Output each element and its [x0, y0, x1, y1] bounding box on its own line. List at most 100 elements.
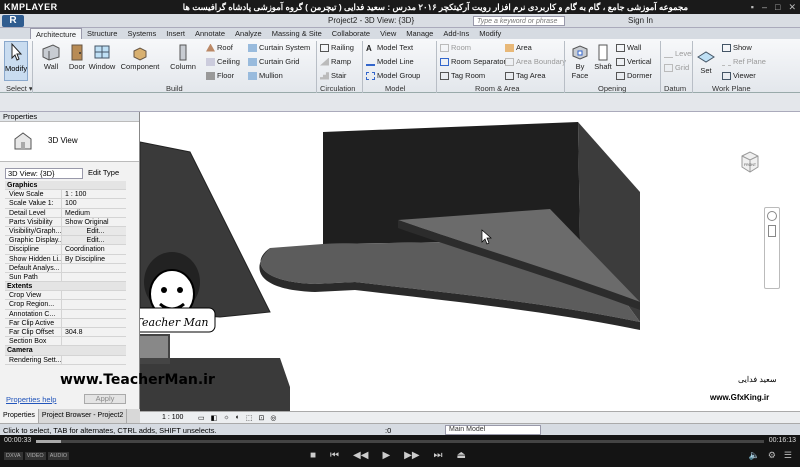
maximize-icon[interactable]: □: [775, 2, 780, 13]
curtain-system-button[interactable]: Curtain System: [248, 43, 310, 52]
model-text-button[interactable]: A Model Text: [366, 43, 413, 53]
next-icon[interactable]: ⏭: [434, 450, 443, 461]
tab-manage[interactable]: Manage: [401, 28, 438, 39]
property-value[interactable]: [61, 263, 126, 272]
dormer-button[interactable]: Dormer: [616, 71, 652, 80]
property-edit-button[interactable]: Edit...: [61, 226, 126, 236]
visual-style-icon[interactable]: ◧: [211, 414, 218, 422]
vertical-opening-button[interactable]: Vertical: [616, 57, 652, 66]
3d-view-canvas[interactable]: FRONT Teacher Man: [140, 112, 800, 411]
tab-systems[interactable]: Systems: [122, 28, 161, 39]
rewind-icon[interactable]: ◀◀: [353, 450, 368, 461]
navigation-bar[interactable]: [764, 207, 780, 289]
ceiling-button[interactable]: Ceiling: [206, 57, 240, 66]
volume-icon[interactable]: 🔈: [749, 450, 760, 461]
tab-insert[interactable]: Insert: [161, 28, 190, 39]
model-line-button[interactable]: Model Line: [366, 57, 414, 66]
temporary-hide-icon[interactable]: ◎: [270, 414, 276, 422]
show-work-plane-button[interactable]: Show: [722, 43, 752, 52]
wall-opening-button[interactable]: Wall: [616, 43, 641, 52]
property-value[interactable]: [61, 309, 126, 318]
property-value[interactable]: [61, 272, 126, 282]
wall-button[interactable]: Wall: [38, 43, 64, 71]
room-separator-button[interactable]: Room Separator: [440, 57, 506, 66]
curtain-grid-button[interactable]: Curtain Grid: [248, 57, 299, 66]
tab-collaborate[interactable]: Collaborate: [327, 28, 375, 39]
tag-room-button[interactable]: Tag Room: [440, 71, 485, 80]
steering-wheel-icon[interactable]: [767, 211, 777, 221]
tab-project-browser[interactable]: Project Browser - Project2: [39, 409, 128, 423]
component-button[interactable]: Component: [120, 43, 160, 71]
model-group-button[interactable]: Model Group: [366, 71, 420, 80]
property-value[interactable]: Medium: [61, 208, 126, 217]
minimize-icon[interactable]: –: [762, 2, 767, 13]
level-button[interactable]: Level: [664, 49, 693, 58]
close-icon[interactable]: ✕: [788, 2, 796, 13]
lock-view-icon[interactable]: ⊡: [259, 414, 265, 422]
property-group-header[interactable]: Graphics: [5, 181, 126, 191]
tab-view[interactable]: View: [375, 28, 401, 39]
edit-type-button[interactable]: Edit Type: [88, 168, 119, 177]
select-panel-label[interactable]: Select ▾: [6, 84, 33, 93]
by-face-button[interactable]: By Face: [568, 43, 592, 80]
property-value[interactable]: [61, 300, 126, 309]
room-button[interactable]: Room: [440, 43, 471, 52]
zoom-icon[interactable]: [768, 225, 776, 237]
stop-icon[interactable]: ■: [310, 450, 316, 461]
tab-properties[interactable]: Properties: [0, 409, 39, 423]
sign-in-button[interactable]: Sign In: [628, 16, 653, 25]
door-button[interactable]: Door: [64, 43, 90, 71]
set-work-plane-button[interactable]: Set: [696, 47, 716, 75]
help-search-input[interactable]: Type a keyword or phrase: [473, 16, 565, 26]
tag-area-button[interactable]: Tag Area: [505, 71, 546, 80]
tab-architecture[interactable]: Architecture: [30, 28, 83, 39]
view-instance-dropdown[interactable]: 3D View: {3D}: [5, 168, 83, 179]
detail-level-icon[interactable]: ▭: [198, 414, 205, 422]
property-value[interactable]: 1 : 100: [61, 190, 126, 199]
tab-structure[interactable]: Structure: [82, 28, 122, 39]
play-icon[interactable]: ▶: [382, 450, 390, 461]
tab-annotate[interactable]: Annotate: [190, 28, 230, 39]
settings-icon[interactable]: ⚙: [768, 450, 776, 461]
view-cube[interactable]: FRONT: [738, 150, 762, 174]
railing-button[interactable]: Railing: [320, 43, 354, 52]
tab-add-ins[interactable]: Add-Ins: [438, 28, 474, 39]
tab-analyze[interactable]: Analyze: [230, 28, 267, 39]
property-edit-button[interactable]: Edit...: [61, 236, 126, 245]
pin-icon[interactable]: ▪: [751, 2, 754, 13]
ref-plane-button[interactable]: Ref Plane: [722, 57, 766, 66]
stair-button[interactable]: Stair: [320, 71, 346, 80]
sun-path-icon[interactable]: ☼: [223, 414, 229, 421]
property-value[interactable]: Coordination: [61, 245, 126, 254]
shaft-button[interactable]: Shaft: [592, 43, 614, 71]
floor-button[interactable]: Floor: [206, 71, 234, 80]
ramp-button[interactable]: Ramp: [320, 57, 351, 66]
tab-modify[interactable]: Modify: [474, 28, 506, 39]
property-value[interactable]: [61, 355, 126, 364]
view-scale[interactable]: 1 : 100: [162, 414, 192, 421]
modify-button[interactable]: Modify: [4, 41, 28, 81]
seek-bar[interactable]: [36, 440, 764, 443]
tab-massing-site[interactable]: Massing & Site: [267, 28, 327, 39]
previous-icon[interactable]: ⏮: [330, 450, 339, 461]
forward-icon[interactable]: ▶▶: [404, 450, 419, 461]
property-value[interactable]: By Discipline: [61, 254, 126, 263]
shadows-icon[interactable]: ◐: [236, 414, 240, 421]
property-value[interactable]: [61, 337, 126, 346]
property-value[interactable]: 100: [61, 199, 126, 208]
grid-button[interactable]: Grid: [664, 63, 689, 72]
apply-button[interactable]: Apply: [84, 394, 126, 404]
application-menu-button[interactable]: R: [2, 15, 24, 27]
property-group-header[interactable]: Extents: [5, 282, 126, 292]
property-value[interactable]: [61, 291, 126, 300]
property-group-header[interactable]: Camera: [5, 346, 126, 356]
area-boundary-button[interactable]: Area Boundary: [505, 57, 566, 66]
crop-view-icon[interactable]: ⬚: [246, 414, 253, 422]
property-value[interactable]: [61, 318, 126, 327]
viewer-button[interactable]: Viewer: [722, 71, 756, 80]
column-button[interactable]: Column: [168, 43, 198, 71]
window-button[interactable]: Window: [88, 43, 116, 71]
eject-icon[interactable]: ⏏: [457, 450, 466, 461]
type-selector[interactable]: 3D View: [0, 122, 139, 162]
property-value[interactable]: 304.8: [61, 328, 126, 337]
